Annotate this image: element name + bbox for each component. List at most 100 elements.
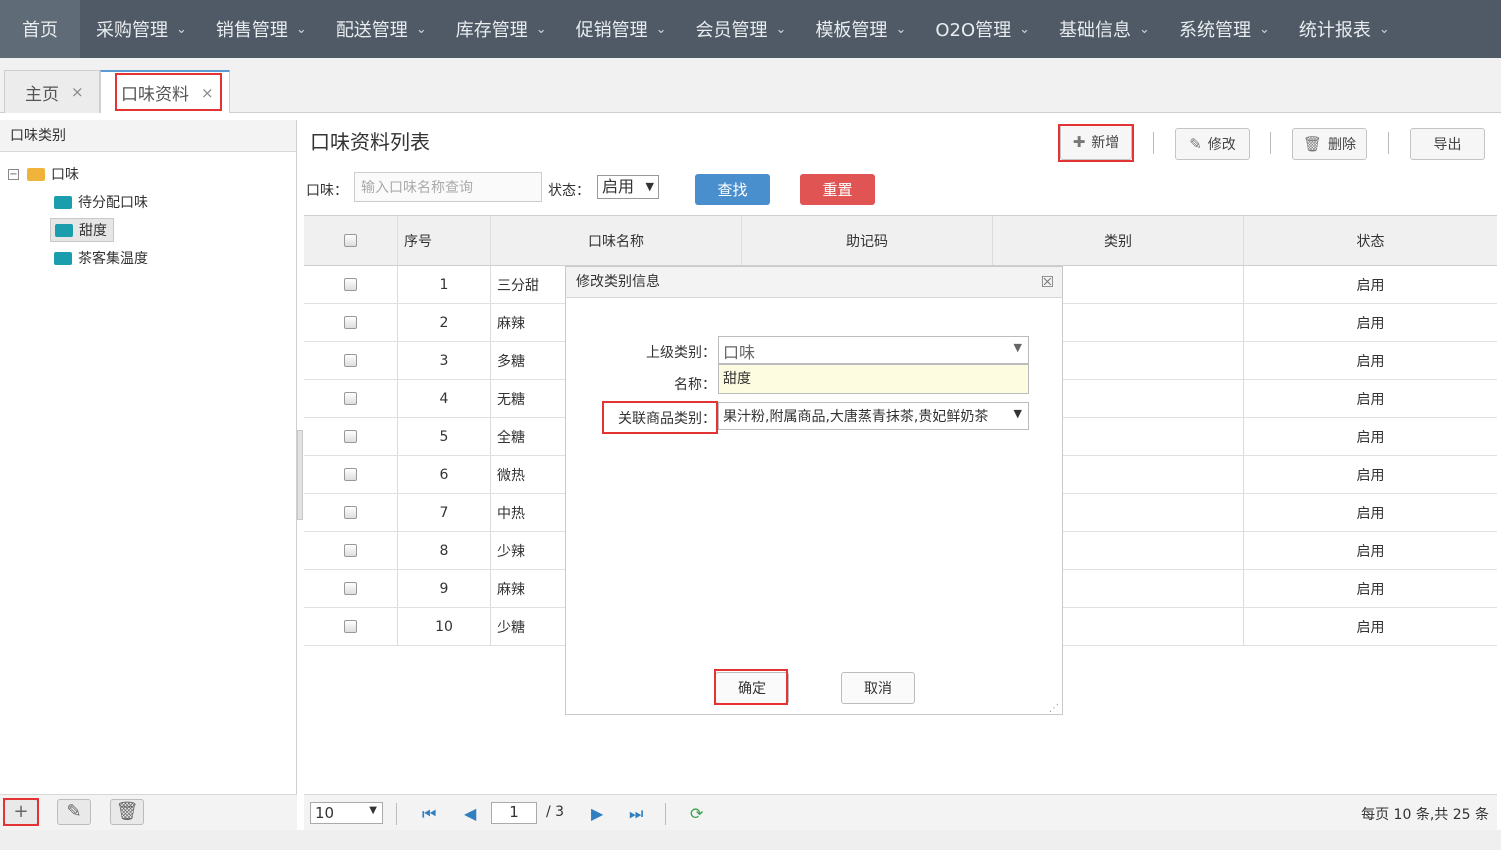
column-header[interactable]: 序号 (398, 216, 491, 265)
top-nav: 首页 采购管理 ⌄ 销售管理 ⌄ 配送管理 ⌄ 库存管理 ⌄ 促销管理 ⌄ 会员管理 ⌄ 模板管理 ⌄ O2O… (0, 0, 1501, 58)
page-number-input[interactable]: 1 (491, 802, 537, 824)
status-cell: 启用 (1356, 467, 1385, 484)
folder-icon (55, 223, 73, 237)
delete-category-button[interactable]: 🗑 (110, 799, 144, 825)
status-select[interactable]: 启用 ▼ (597, 175, 659, 199)
status-cell: 启用 (1356, 391, 1385, 408)
export-button[interactable]: 导出 (1410, 128, 1485, 160)
search-input[interactable]: 输入口味名称查询 (354, 172, 542, 202)
close-icon[interactable]: × (201, 84, 214, 102)
nav-item[interactable]: 配送管理 ⌄ (320, 0, 440, 58)
nav-item[interactable]: 统计报表 ⌄ (1283, 0, 1403, 58)
select-all-cell[interactable] (304, 216, 398, 265)
row-number: 10 (398, 608, 491, 645)
row-select-cell[interactable] (304, 570, 398, 607)
chevron-down-icon: ▼ (369, 805, 377, 816)
close-icon[interactable]: ☒ (1041, 267, 1054, 297)
reset-button[interactable]: 重置 (800, 174, 875, 205)
page-size-select[interactable]: 10 ▼ (310, 802, 383, 824)
row-select-cell[interactable] (304, 456, 398, 493)
nav-item-label: 基础信息 (1059, 20, 1132, 41)
parent-category-select[interactable]: 口味 ▼ (718, 336, 1029, 364)
tree-node-unassigned[interactable]: 待分配口味 (54, 190, 148, 214)
confirm-button[interactable]: 确定 (715, 672, 789, 704)
column-header[interactable]: 口味名称 (491, 216, 742, 265)
panel-splitter[interactable] (297, 430, 303, 520)
tab-home[interactable]: 主页 × (4, 70, 100, 113)
nav-item[interactable]: 会员管理 ⌄ (680, 0, 800, 58)
checkbox[interactable] (344, 316, 357, 329)
collapse-icon[interactable]: − (8, 168, 19, 180)
checkbox[interactable] (344, 278, 357, 291)
checkbox[interactable] (344, 234, 357, 247)
plus-icon: ✚ (1072, 133, 1086, 151)
checkbox[interactable] (344, 506, 357, 519)
edit-category-dialog: 修改类别信息 ☒ 上级类别： 口味 ▼ 名称： 甜度 关联商品类别： 果汁粉,附… (565, 266, 1063, 715)
pencil-icon: ✎ (1189, 135, 1202, 153)
row-select-cell[interactable] (304, 266, 398, 303)
nav-item[interactable]: 首页 (0, 0, 80, 58)
add-button[interactable]: ✚ 新增 (1060, 124, 1132, 160)
find-button[interactable]: 查找 (695, 174, 770, 205)
row-number: 1 (398, 266, 491, 303)
nav-item[interactable]: 系统管理 ⌄ (1163, 0, 1283, 58)
tree-node-temperature[interactable]: 茶客集温度 (54, 246, 148, 270)
first-page-icon[interactable]: ⏮ (422, 804, 436, 824)
dialog-title: 修改类别信息 (576, 274, 660, 290)
row-number: 2 (398, 304, 491, 341)
tab-flavor-data[interactable]: 口味资料 × (100, 70, 230, 113)
column-header[interactable]: 状态 (1244, 216, 1497, 265)
checkbox[interactable] (344, 354, 357, 367)
nav-item-label: 库存管理 (455, 20, 528, 41)
search-bar: 口味： 输入口味名称查询 状态： 启用 ▼ 查找 重置 (304, 172, 1497, 212)
row-number: 7 (398, 494, 491, 531)
name-field[interactable]: 甜度 (718, 364, 1029, 394)
column-header[interactable]: 类别 (993, 216, 1244, 265)
row-select-cell[interactable] (304, 608, 398, 645)
tree-node-sweetness[interactable]: 甜度 (50, 218, 114, 242)
chevron-down-icon: ⌄ (415, 21, 427, 37)
nav-item[interactable]: 销售管理 ⌄ (200, 0, 320, 58)
nav-item[interactable]: 模板管理 ⌄ (799, 0, 919, 58)
checkbox[interactable] (344, 582, 357, 595)
next-page-icon[interactable]: ▶ (591, 804, 603, 823)
checkbox[interactable] (344, 544, 357, 557)
delete-button[interactable]: 🗑 删除 (1292, 128, 1367, 160)
refresh-icon[interactable]: ⟳ (690, 804, 703, 823)
related-category-select[interactable]: 果汁粉,附属商品,大唐蒸青抹茶,贵妃鲜奶茶 ▼ (718, 402, 1029, 430)
row-select-cell[interactable] (304, 418, 398, 455)
tree-node-label: 口味 (51, 167, 79, 183)
prev-page-icon[interactable]: ◀ (464, 804, 476, 823)
row-select-cell[interactable] (304, 380, 398, 417)
checkbox[interactable] (344, 430, 357, 443)
resize-handle-icon[interactable]: ⋰ (1049, 703, 1059, 714)
row-select-cell[interactable] (304, 532, 398, 569)
edit-category-button[interactable]: ✎ (57, 799, 91, 825)
row-select-cell[interactable] (304, 304, 398, 341)
chevron-down-icon: ⌄ (1258, 21, 1270, 37)
nav-item[interactable]: O2O管理 ⌄ (919, 0, 1043, 58)
nav-item[interactable]: 基础信息 ⌄ (1043, 0, 1163, 58)
checkbox[interactable] (344, 468, 357, 481)
row-select-cell[interactable] (304, 342, 398, 379)
status-cell: 启用 (1356, 581, 1385, 598)
status-cell: 启用 (1356, 505, 1385, 522)
close-icon[interactable]: × (71, 83, 84, 101)
cancel-button[interactable]: 取消 (841, 672, 915, 704)
add-category-button[interactable]: + (4, 799, 38, 825)
edit-button[interactable]: ✎ 修改 (1175, 128, 1250, 160)
tree-node-root[interactable]: − 口味 (8, 162, 79, 186)
nav-item[interactable]: 库存管理 ⌄ (440, 0, 560, 58)
nav-item-label: 采购管理 (96, 20, 168, 41)
row-select-cell[interactable] (304, 494, 398, 531)
status-strip (0, 830, 1501, 850)
checkbox[interactable] (344, 620, 357, 633)
last-page-icon[interactable]: ⏭ (629, 804, 643, 824)
total-pages: / 3 (546, 804, 565, 820)
column-header[interactable]: 助记码 (742, 216, 993, 265)
folder-icon (54, 251, 72, 265)
nav-item[interactable]: 促销管理 ⌄ (560, 0, 680, 58)
nav-item[interactable]: 采购管理 ⌄ (80, 0, 200, 58)
checkbox[interactable] (344, 392, 357, 405)
related-category-value: 果汁粉,附属商品,大唐蒸青抹茶,贵妃鲜奶茶 (723, 409, 989, 425)
